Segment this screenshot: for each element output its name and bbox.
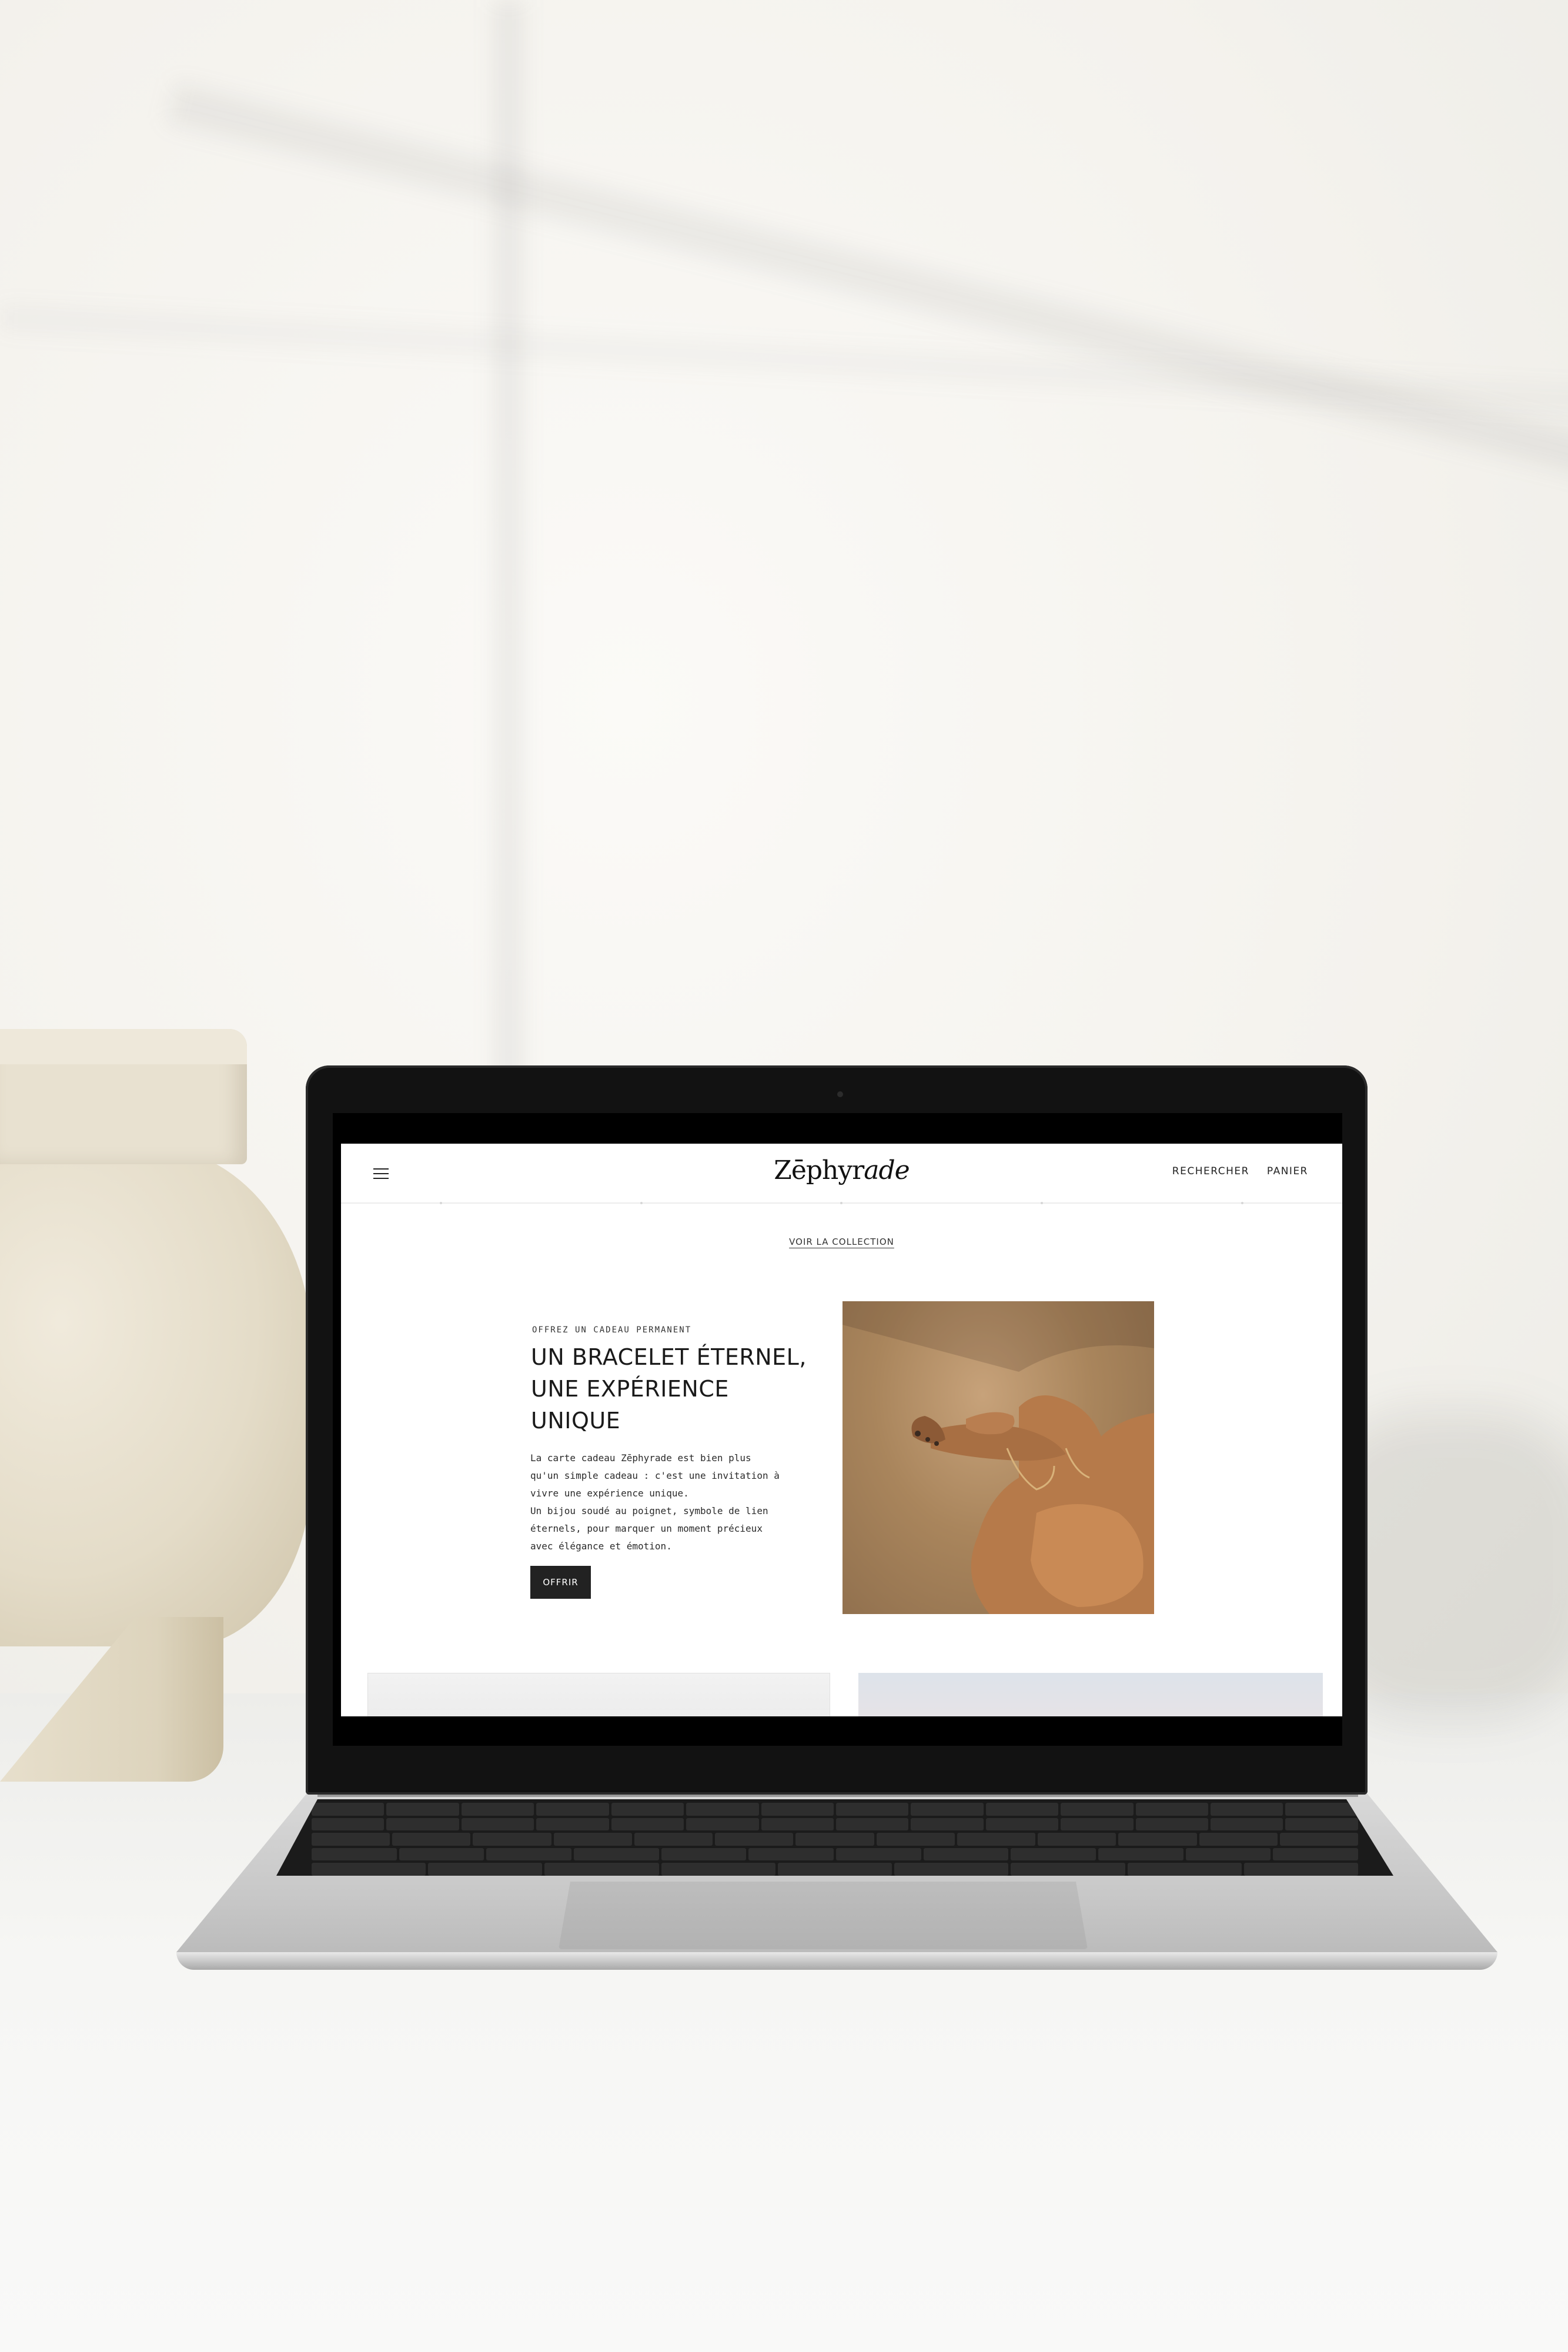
keyboard-key: [1135, 1803, 1209, 1816]
keyboard-key: [876, 1833, 955, 1846]
keyboard-key: [715, 1833, 794, 1846]
keyboard-key: [486, 1847, 572, 1861]
laptop-front-edge: [176, 1952, 1497, 1970]
trackpad[interactable]: [559, 1882, 1088, 1949]
keyboard-key: [312, 1863, 426, 1876]
keyboard-key: [1011, 1863, 1125, 1876]
offer-button[interactable]: OFFRIR: [530, 1566, 591, 1599]
keyboard-key: [312, 1803, 385, 1816]
keyboard-key: [835, 1803, 909, 1816]
keyboard-key: [1285, 1818, 1358, 1831]
browser-viewport: Zēphyrade RECHERCHER PANIER VOIR LA COLL…: [341, 1144, 1342, 1716]
site-header: Zēphyrade RECHERCHER PANIER: [341, 1144, 1342, 1204]
keyboard-key: [1199, 1833, 1278, 1846]
keyboard-key: [1061, 1818, 1134, 1831]
keyboard-key: [399, 1847, 484, 1861]
keyboard-key: [686, 1803, 759, 1816]
keyboard-key: [661, 1863, 775, 1876]
keyboard-key: [777, 1863, 892, 1876]
keyboard-key: [392, 1833, 471, 1846]
keyboard-key: [1243, 1863, 1358, 1876]
hero-photo: [842, 1301, 1154, 1614]
keyboard-key: [428, 1863, 543, 1876]
headline-line: UN BRACELET ÉTERNEL,: [531, 1344, 807, 1370]
keyboard-key: [312, 1818, 385, 1831]
keyboard-key: [1127, 1863, 1242, 1876]
keyboard-key: [1273, 1847, 1359, 1861]
body-line: éternels, pour marquer un moment précieu…: [530, 1523, 763, 1534]
keyboard-key: [386, 1803, 459, 1816]
collection-card[interactable]: [367, 1673, 830, 1716]
keyboard-key: [1118, 1833, 1197, 1846]
keyboard-key: [923, 1847, 1009, 1861]
keyboard-key: [1135, 1818, 1209, 1831]
keyboard-key: [795, 1833, 874, 1846]
brand-logo-text: Zēphyr: [774, 1155, 864, 1185]
keyboard-key: [761, 1818, 834, 1831]
vase-body: [0, 1147, 312, 1646]
keyboard-key: [661, 1847, 747, 1861]
photo-scene: Zēphyrade RECHERCHER PANIER VOIR LA COLL…: [0, 0, 1568, 2352]
keyboard-key: [312, 1833, 390, 1846]
laptop-keyboard: [276, 1799, 1393, 1876]
section-eyebrow: OFFREZ UN CADEAU PERMANENT: [532, 1325, 692, 1335]
ceramic-vase: [0, 1029, 312, 1793]
body-line: La carte cadeau Zēphyrade est bien plus: [530, 1452, 751, 1464]
keyboard-key: [461, 1818, 534, 1831]
keyboard-key: [461, 1803, 534, 1816]
body-line: avec élégance et émotion.: [530, 1541, 672, 1552]
cart-link[interactable]: PANIER: [1267, 1165, 1308, 1177]
keyboard-key: [312, 1847, 397, 1861]
keyboard-key: [911, 1803, 984, 1816]
headline-line: UNIQUE: [531, 1408, 621, 1434]
keyboard-key: [686, 1818, 759, 1831]
body-line: vivre une expérience unique.: [530, 1488, 689, 1499]
collection-link-wrap: VOIR LA COLLECTION: [341, 1237, 1342, 1248]
keyboard-key: [911, 1818, 984, 1831]
keyboard-key: [536, 1818, 609, 1831]
keyboard-key: [544, 1863, 659, 1876]
keyboard-key: [1038, 1833, 1116, 1846]
header-nav: RECHERCHER PANIER: [1172, 1165, 1308, 1177]
search-link[interactable]: RECHERCHER: [1172, 1165, 1249, 1177]
keyboard-key: [894, 1863, 1009, 1876]
see-collection-link[interactable]: VOIR LA COLLECTION: [789, 1237, 894, 1247]
keyboard-key: [985, 1818, 1059, 1831]
camera-icon: [837, 1091, 843, 1097]
keyboard-keys: [276, 1803, 1393, 1876]
vase-lip: [0, 1029, 247, 1064]
brand-logo-italic: ade: [864, 1155, 910, 1185]
section-headline: UN BRACELET ÉTERNEL, UNE EXPÉRIENCE UNIQ…: [531, 1341, 813, 1436]
keyboard-key: [957, 1833, 1036, 1846]
keyboard-key: [1061, 1803, 1134, 1816]
keyboard-key: [1211, 1803, 1283, 1816]
keyboard-key: [574, 1847, 659, 1861]
keyboard-key: [611, 1818, 684, 1831]
keyboard-key: [536, 1803, 609, 1816]
body-line: Un bijou soudé au poignet, symbole de li…: [530, 1505, 768, 1516]
headline-line: UNE EXPÉRIENCE: [531, 1376, 729, 1402]
keyboard-key: [634, 1833, 713, 1846]
keyboard-key: [761, 1803, 834, 1816]
body-line: qu'un simple cadeau : c'est une invitati…: [530, 1470, 780, 1481]
keyboard-key: [1185, 1847, 1271, 1861]
keyboard-key: [985, 1803, 1059, 1816]
keyboard-key: [1011, 1847, 1096, 1861]
collection-card[interactable]: [858, 1673, 1323, 1716]
keyboard-key: [1211, 1818, 1283, 1831]
section-body: La carte cadeau Zēphyrade est bien plus …: [530, 1449, 807, 1555]
keyboard-key: [748, 1847, 834, 1861]
keyboard-key: [835, 1818, 909, 1831]
keyboard-key: [553, 1833, 632, 1846]
keyboard-key: [1098, 1847, 1183, 1861]
keyboard-key: [836, 1847, 921, 1861]
keyboard-key: [1279, 1833, 1359, 1846]
keyboard-key: [386, 1818, 459, 1831]
laptop-screen: Zēphyrade RECHERCHER PANIER VOIR LA COLL…: [333, 1113, 1342, 1746]
carousel-dots: [341, 1202, 1342, 1204]
keyboard-key: [473, 1833, 551, 1846]
keyboard-key: [611, 1803, 684, 1816]
hero-photo-illustration: [842, 1301, 1154, 1614]
keyboard-key: [1285, 1803, 1358, 1816]
